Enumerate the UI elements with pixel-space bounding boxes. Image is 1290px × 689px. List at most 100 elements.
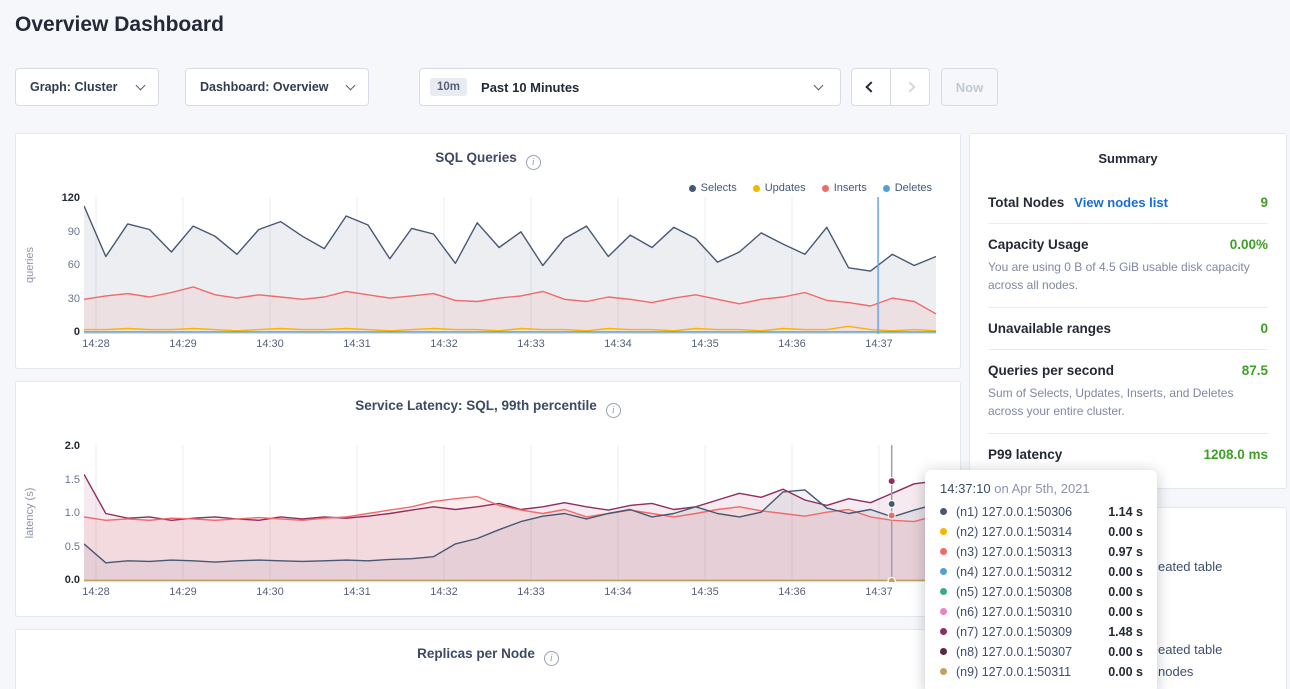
event-item-text[interactable]: eated table: [1158, 642, 1222, 657]
chart-title-row: Service Latency: SQL, 99th percentile: [16, 398, 960, 418]
x-tick-label: 14:32: [430, 338, 458, 350]
y-tick-label: 120: [62, 192, 80, 204]
legend-item[interactable]: Updates: [753, 182, 806, 194]
y-tick-label: 2.0: [65, 440, 80, 452]
time-range-selector[interactable]: 10m Past 10 Minutes: [419, 68, 841, 106]
tooltip-node-row: (n4) 127.0.0.1:50312 0.00 s: [940, 563, 1143, 580]
chart-title-row: Replicas per Node: [16, 646, 960, 666]
x-tick-label: 14:30: [256, 586, 284, 598]
now-button[interactable]: Now: [941, 68, 998, 106]
time-range-badge: 10m: [430, 78, 467, 96]
y-tick-label: 0.5: [65, 541, 80, 553]
node-latency-value: 1.14 s: [1108, 505, 1143, 519]
x-tick-label: 14:29: [169, 586, 197, 598]
node-latency-value: 0.00 s: [1108, 585, 1143, 599]
event-item-text[interactable]: nodes: [1158, 664, 1193, 679]
node-latency-value: 0.00 s: [1108, 605, 1143, 619]
x-tick-label: 14:34: [604, 338, 632, 350]
node-color-dot: [940, 568, 947, 575]
legend-item[interactable]: Deletes: [883, 182, 932, 194]
node-address: (n5) 127.0.0.1:50308: [956, 585, 1100, 599]
unavailable-ranges-label: Unavailable ranges: [988, 321, 1111, 336]
x-tick-label: 14:37: [865, 338, 893, 350]
time-next-button[interactable]: [890, 68, 930, 106]
node-color-dot: [940, 528, 947, 535]
info-icon[interactable]: [526, 155, 541, 170]
x-tick-label: 14:35: [691, 586, 719, 598]
summary-panel: Summary Total Nodes View nodes list 9 Ca…: [969, 133, 1287, 489]
sql-queries-panel: SQL Queries Selects Updates Inserts Deletes…: [15, 133, 961, 369]
queries-per-second-label: Queries per second: [988, 363, 1114, 378]
tooltip-node-row: (n2) 127.0.0.1:503140.00 s: [940, 523, 1143, 540]
tooltip-node-row: (n6) 127.0.0.1:50310 0.00 s: [940, 603, 1143, 620]
y-tick-label: 1.5: [65, 474, 80, 486]
sql-queries-chart-canvas[interactable]: [84, 197, 936, 334]
x-tick-label: 14:31: [343, 338, 371, 350]
node-address: (n4) 127.0.0.1:50312: [956, 565, 1100, 579]
chart-title-row: SQL Queries: [16, 150, 960, 170]
chevron-right-icon: [904, 81, 915, 92]
service-latency-chart-canvas[interactable]: [84, 445, 936, 582]
x-tick-label: 14:33: [517, 338, 545, 350]
graph-dropdown-label: Graph: Cluster: [30, 80, 118, 94]
legend-item[interactable]: Selects: [689, 182, 737, 194]
time-range-label: Past 10 Minutes: [481, 80, 579, 95]
x-tick-label: 14:28: [82, 586, 110, 598]
x-tick-label: 14:29: [169, 338, 197, 350]
y-tick-label: 1.0: [65, 507, 80, 519]
y-axis-ticks: 1209060300: [34, 192, 80, 338]
p99-latency-value: 1208.0 ms: [1203, 447, 1268, 462]
y-tick-label: 30: [68, 293, 80, 305]
x-axis-ticks: 14:2814:2914:3014:3114:3214:3314:3414:35…: [84, 338, 936, 352]
node-color-dot: [940, 668, 947, 675]
capacity-usage-value: 0.00%: [1230, 237, 1268, 252]
info-icon[interactable]: [606, 403, 621, 418]
summary-row-total-nodes: Total Nodes View nodes list 9: [988, 182, 1268, 224]
x-axis-ticks: 14:2814:2914:3014:3114:3214:3314:3414:35…: [84, 586, 936, 600]
service-latency-chart-title: Service Latency: SQL, 99th percentile: [355, 398, 597, 413]
node-address: (n6) 127.0.0.1:50310: [956, 605, 1100, 619]
summary-row-queries-per-second: Queries per second 87.5 Sum of Selects, …: [988, 350, 1268, 434]
replicas-chart-title: Replicas per Node: [417, 646, 535, 661]
tooltip-node-row: (n7) 127.0.0.1:503091.48 s: [940, 623, 1143, 640]
node-address: (n8) 127.0.0.1:50307: [956, 645, 1100, 659]
info-icon[interactable]: [544, 651, 559, 666]
node-latency-value: 0.00 s: [1108, 665, 1143, 679]
chart-legend: Selects Updates Inserts Deletes: [689, 182, 932, 194]
legend-item[interactable]: Inserts: [822, 182, 867, 194]
now-button-label: Now: [956, 80, 983, 95]
view-nodes-list-link[interactable]: View nodes list: [1074, 195, 1168, 210]
x-tick-label: 14:34: [604, 586, 632, 598]
capacity-usage-label: Capacity Usage: [988, 237, 1089, 252]
overview-dashboard: Overview Dashboard Graph: Cluster Dashbo…: [0, 0, 1290, 689]
page-title: Overview Dashboard: [15, 13, 224, 37]
tooltip-node-row: (n8) 127.0.0.1:50307 0.00 s: [940, 643, 1143, 660]
node-address: (n2) 127.0.0.1:50314: [956, 525, 1100, 539]
node-color-dot: [940, 648, 947, 655]
tooltip-node-row: (n5) 127.0.0.1:50308 0.00 s: [940, 583, 1143, 600]
node-address: (n3) 127.0.0.1:50313: [956, 545, 1100, 559]
x-tick-label: 14:36: [778, 586, 806, 598]
legend-color-dot: [883, 185, 890, 192]
replicas-per-node-panel: Replicas per Node: [15, 629, 961, 689]
node-latency-value: 0.00 s: [1108, 645, 1143, 659]
node-color-dot: [940, 608, 947, 615]
node-color-dot: [940, 548, 947, 555]
tooltip-node-row: (n1) 127.0.0.1:50306 1.14 s: [940, 503, 1143, 520]
dashboard-dropdown[interactable]: Dashboard: Overview: [185, 68, 369, 106]
y-tick-label: 0: [74, 326, 80, 338]
sql-queries-chart-title: SQL Queries: [435, 150, 517, 165]
x-tick-label: 14:33: [517, 586, 545, 598]
chevron-down-icon: [136, 80, 146, 90]
time-prev-button[interactable]: [851, 68, 891, 106]
legend-color-dot: [689, 185, 696, 192]
service-latency-panel: Service Latency: SQL, 99th percentile la…: [15, 381, 961, 617]
graph-dropdown[interactable]: Graph: Cluster: [15, 68, 159, 106]
total-nodes-value: 9: [1260, 195, 1268, 210]
node-latency-value: 0.00 s: [1108, 565, 1143, 579]
event-item-text[interactable]: eated table: [1158, 559, 1222, 574]
tooltip-date: on Apr 5th, 2021: [994, 481, 1089, 496]
chevron-down-icon: [814, 80, 824, 90]
node-latency-value: 1.48 s: [1108, 625, 1143, 639]
node-address: (n1) 127.0.0.1:50306: [956, 505, 1100, 519]
